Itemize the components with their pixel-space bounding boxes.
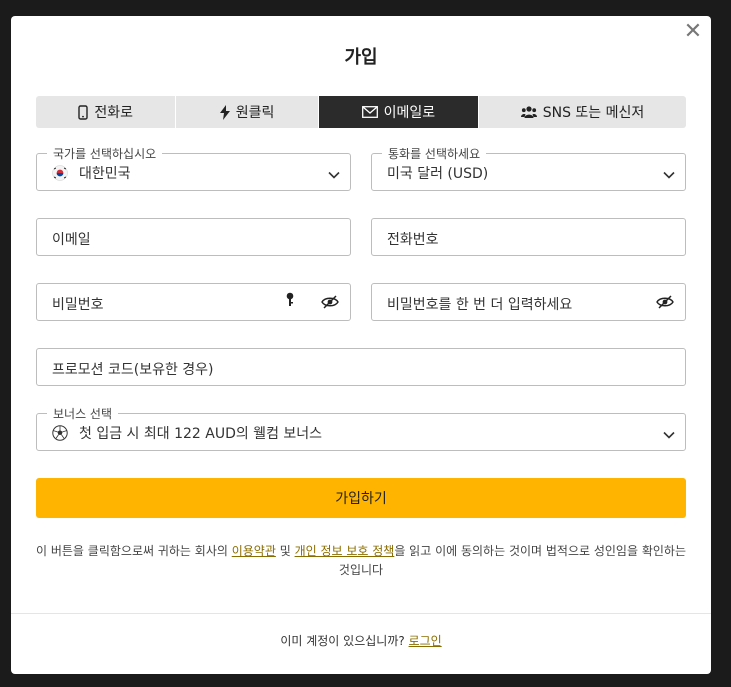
tab-label: 이메일로 bbox=[383, 105, 436, 121]
tab-label: 전화로 bbox=[94, 105, 133, 121]
login-link[interactable]: 로그인 bbox=[409, 634, 442, 648]
phone-placeholder: 전화번호 bbox=[387, 232, 439, 248]
tab-label: 원클릭 bbox=[235, 105, 275, 121]
terms-text: 이 버튼을 클릭함으로써 귀하는 회사의 이용약관 및 개인 정보 보호 정책을… bbox=[36, 542, 686, 580]
close-icon[interactable]: ✕ bbox=[683, 21, 703, 43]
eye-slash-icon[interactable] bbox=[656, 295, 674, 313]
south-korea-flag-icon bbox=[52, 165, 68, 185]
tab-phone[interactable]: 전화로 bbox=[36, 96, 177, 128]
promo-code-field[interactable]: 프로모션 코드(보유한 경우) bbox=[36, 348, 686, 386]
password-placeholder: 비밀번호 bbox=[52, 297, 104, 313]
chevron-down-icon bbox=[663, 427, 675, 443]
phone-field[interactable]: 전화번호 bbox=[371, 218, 686, 256]
bonus-select-label: 보너스 선택 bbox=[47, 405, 119, 422]
privacy-policy-link[interactable]: 개인 정보 보호 정책 bbox=[295, 544, 395, 558]
tab-email[interactable]: 이메일로 bbox=[318, 96, 479, 128]
lightning-icon bbox=[219, 104, 230, 120]
modal-title: 가입 bbox=[344, 47, 378, 68]
footer-text: 이미 계정이 있으십니까? bbox=[280, 634, 409, 648]
envelope-icon bbox=[361, 106, 378, 118]
chevron-down-icon bbox=[663, 167, 675, 183]
bonus-select[interactable]: 보너스 선택 첫 입금 시 최대 122 AUD의 웰컴 보너스 bbox=[36, 405, 686, 451]
currency-select-label: 통화를 선택하세요 bbox=[382, 145, 487, 162]
signup-button[interactable]: 가입하기 bbox=[36, 478, 686, 518]
terms-of-use-link[interactable]: 이용약관 bbox=[232, 544, 276, 558]
terms-prefix: 이 버튼을 클릭함으로써 귀하는 회사의 bbox=[36, 544, 232, 558]
tab-label: SNS 또는 메신저 bbox=[542, 105, 645, 121]
country-select[interactable]: 국가를 선택하십시오 대한민국 bbox=[36, 145, 351, 191]
registration-tabs: 전화로 원클릭 이메일로 SNS 또는 메신저 bbox=[36, 96, 686, 128]
promo-code-placeholder: 프로모션 코드(보유한 경우) bbox=[52, 362, 214, 378]
password-confirm-field[interactable]: 비밀번호를 한 번 더 입력하세요 bbox=[371, 283, 686, 321]
email-placeholder: 이메일 bbox=[52, 232, 91, 248]
footer: 이미 계정이 있으십니까? 로그인 bbox=[11, 632, 711, 649]
password-confirm-placeholder: 비밀번호를 한 번 더 입력하세요 bbox=[387, 297, 573, 313]
key-icon[interactable] bbox=[286, 292, 294, 312]
signup-modal: ✕ 가입 전화로 원클릭 이메일로 SNS 또는 메신저 국가를 선택하십시오 … bbox=[11, 16, 711, 674]
soccer-ball-icon bbox=[52, 425, 68, 445]
tab-one-click[interactable]: 원클릭 bbox=[176, 96, 319, 128]
terms-mid: 및 bbox=[275, 544, 295, 558]
country-select-value: 대한민국 bbox=[79, 166, 131, 182]
tab-sns-messenger[interactable]: SNS 또는 메신저 bbox=[479, 96, 686, 128]
phone-icon bbox=[78, 104, 89, 120]
password-field[interactable]: 비밀번호 bbox=[36, 283, 351, 321]
currency-select[interactable]: 통화를 선택하세요 미국 달러 (USD) bbox=[371, 145, 686, 191]
currency-select-value: 미국 달러 (USD) bbox=[387, 166, 489, 182]
divider bbox=[11, 613, 711, 614]
email-field[interactable]: 이메일 bbox=[36, 218, 351, 256]
bonus-select-value: 첫 입금 시 최대 122 AUD의 웰컴 보너스 bbox=[79, 426, 323, 442]
chevron-down-icon bbox=[328, 167, 340, 183]
users-icon bbox=[520, 106, 537, 118]
country-select-label: 국가를 선택하십시오 bbox=[47, 145, 163, 162]
background-page bbox=[0, 0, 731, 16]
eye-slash-icon[interactable] bbox=[321, 295, 339, 313]
